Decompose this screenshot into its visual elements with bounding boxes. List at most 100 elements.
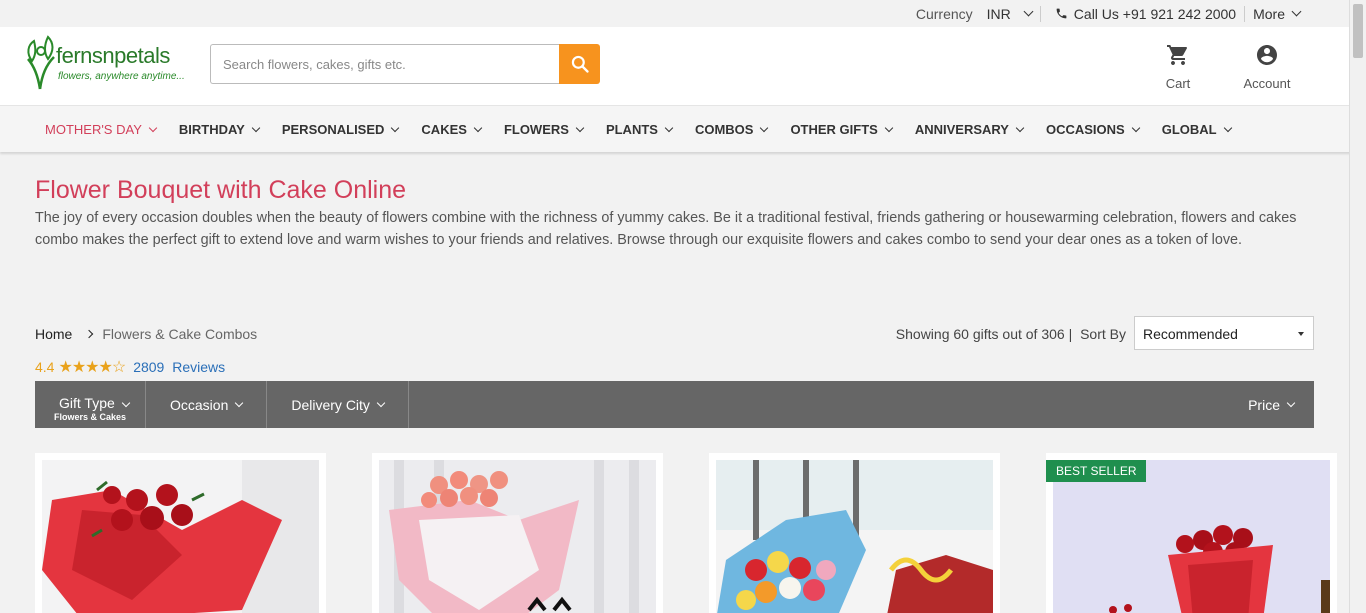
filter-occasion[interactable]: Occasion [146, 381, 268, 428]
breadcrumb-home[interactable]: Home [35, 326, 72, 342]
account-button[interactable]: Account [1236, 43, 1298, 91]
filter-selected-value: Flowers & Cakes [54, 412, 127, 422]
currency-label: Currency [915, 5, 973, 22]
chevron-down-icon [1291, 6, 1302, 17]
result-count: Showing 60 gifts out of 306 | Sort By [896, 326, 1126, 342]
nav-item-mothers-day[interactable]: MOTHER'S DAY [45, 121, 158, 137]
sort-label: Sort By [1080, 326, 1126, 342]
nav-item-label: COMBOS [694, 121, 754, 137]
chevron-down-icon [473, 123, 483, 132]
nav-item-global[interactable]: GLOBAL [1161, 121, 1232, 137]
product-card[interactable] [35, 453, 326, 613]
currency-selector[interactable]: INR [987, 6, 1011, 22]
nav-item-birthday[interactable]: BIRTHDAY [178, 121, 261, 137]
nav-item-label: OTHER GIFTS [790, 121, 878, 137]
page-intro: Flower Bouquet with Cake Online The joy … [0, 176, 1366, 251]
nav-item-label: MOTHER'S DAY [45, 121, 142, 137]
chevron-down-icon [1015, 123, 1025, 132]
product-card[interactable] [709, 453, 1000, 613]
top-utility-bar: Currency INR Call Us +91 921 242 2000 Mo… [0, 0, 1366, 27]
nav-item-label: BIRTHDAY [178, 121, 245, 137]
more-menu[interactable]: More [1253, 6, 1302, 22]
logo-leaf-icon [27, 35, 55, 90]
divider [1039, 5, 1041, 22]
product-card[interactable]: BEST SELLER [1046, 453, 1337, 613]
page-scrollbar[interactable] [1349, 0, 1366, 613]
chevron-down-icon [664, 123, 674, 132]
red-rose-vase-cake-image [1053, 460, 1330, 613]
nav-item-combos[interactable]: COMBOS [694, 121, 769, 137]
main-nav: MOTHER'S DAY BIRTHDAY PERSONALISED CAKES… [0, 105, 1366, 152]
reviews-count: 2809 [133, 359, 165, 375]
nav-item-label: GLOBAL [1161, 121, 1217, 137]
listing-toolbar: Home Flowers & Cake Combos Showing 60 gi… [35, 316, 1314, 350]
cart-button[interactable]: Cart [1160, 43, 1196, 91]
search-icon [571, 55, 589, 73]
search-bar [210, 44, 600, 84]
nav-item-cakes[interactable]: CAKES [421, 121, 483, 137]
rating-score: 4.4 [35, 359, 55, 375]
phone-icon [1056, 8, 1067, 19]
account-icon [1257, 45, 1277, 65]
chevron-down-icon [235, 398, 244, 408]
nav-item-flowers[interactable]: FLOWERS [503, 121, 585, 137]
product-grid: BEST SELLER [35, 453, 1337, 613]
chevron-down-icon [251, 123, 261, 132]
search-input[interactable] [210, 44, 559, 84]
breadcrumb: Home Flowers & Cake Combos [35, 326, 257, 342]
chevron-down-icon [575, 123, 585, 132]
account-label: Account [1243, 76, 1291, 91]
chevron-down-icon [1131, 123, 1140, 132]
product-image[interactable] [379, 460, 656, 613]
nav-item-occasions[interactable]: OCCASIONS [1045, 121, 1140, 137]
sort-select[interactable]: Recommended [1134, 316, 1314, 350]
logo-brand-text: fernsnpetals [56, 43, 170, 68]
filter-label: Price [1248, 396, 1280, 413]
nav-item-plants[interactable]: PLANTS [606, 122, 674, 137]
nav-item-label: ANNIVERSARY [914, 121, 1009, 137]
filter-label: Occasion [170, 396, 229, 413]
chevron-right-icon [85, 329, 94, 339]
nav-item-anniversary[interactable]: ANNIVERSARY [914, 121, 1025, 137]
chevron-down-icon [760, 123, 769, 132]
filter-delivery-city[interactable]: Delivery City [267, 381, 409, 428]
product-image[interactable] [1053, 460, 1330, 613]
nav-item-label: PERSONALISED [281, 121, 385, 137]
nav-item-label: OCCASIONS [1045, 121, 1125, 137]
product-image[interactable] [42, 460, 319, 613]
star-rating-icon: ★★★★☆ [58, 359, 126, 376]
nav-item-other-gifts[interactable]: OTHER GIFTS [790, 121, 894, 137]
chevron-down-icon [121, 398, 131, 408]
filter-label: Gift Type [59, 394, 115, 411]
mixed-rose-bouquet-image [716, 460, 993, 613]
product-image[interactable] [716, 460, 993, 613]
product-card[interactable] [372, 453, 663, 613]
phone-number: Call Us +91 921 242 2000 [1073, 5, 1237, 22]
call-us-link[interactable]: Call Us +91 921 242 2000 [1049, 6, 1236, 22]
chevron-down-icon [376, 398, 386, 408]
caret-down-icon [1298, 332, 1304, 336]
pink-rose-bouquet-image [379, 460, 656, 613]
filter-label: Delivery City [291, 396, 370, 413]
page-title: Flower Bouquet with Cake Online [35, 176, 407, 204]
best-seller-badge: BEST SELLER [1046, 460, 1147, 482]
filter-price[interactable]: Price [1248, 381, 1314, 428]
chevron-down-icon [1286, 398, 1296, 408]
scrollbar-thumb[interactable] [1353, 4, 1363, 58]
cart-icon [1167, 45, 1187, 65]
search-button[interactable] [559, 44, 600, 84]
red-rose-bouquet-image [42, 460, 319, 613]
rating-summary: 4.4 ★★★★☆ 2809 Reviews [35, 357, 225, 377]
chevron-down-icon [391, 123, 400, 132]
logo-tagline: flowers, anywhere anytime... [58, 71, 185, 82]
nav-item-personalised[interactable]: PERSONALISED [281, 121, 400, 137]
reviews-link[interactable]: 2809 Reviews [133, 359, 225, 375]
site-logo[interactable]: fernsnpetals flowers, anywhere anytime..… [24, 31, 194, 93]
reviews-label: Reviews [172, 359, 226, 375]
filter-gift-type[interactable]: Gift Type Flowers & Cakes [35, 381, 146, 428]
sort-value: Recommended [1143, 326, 1238, 342]
chevron-down-icon [148, 123, 158, 132]
nav-item-label: FLOWERS [503, 121, 569, 137]
nav-item-label: CAKES [421, 121, 467, 137]
chevron-down-icon[interactable] [1023, 6, 1034, 17]
